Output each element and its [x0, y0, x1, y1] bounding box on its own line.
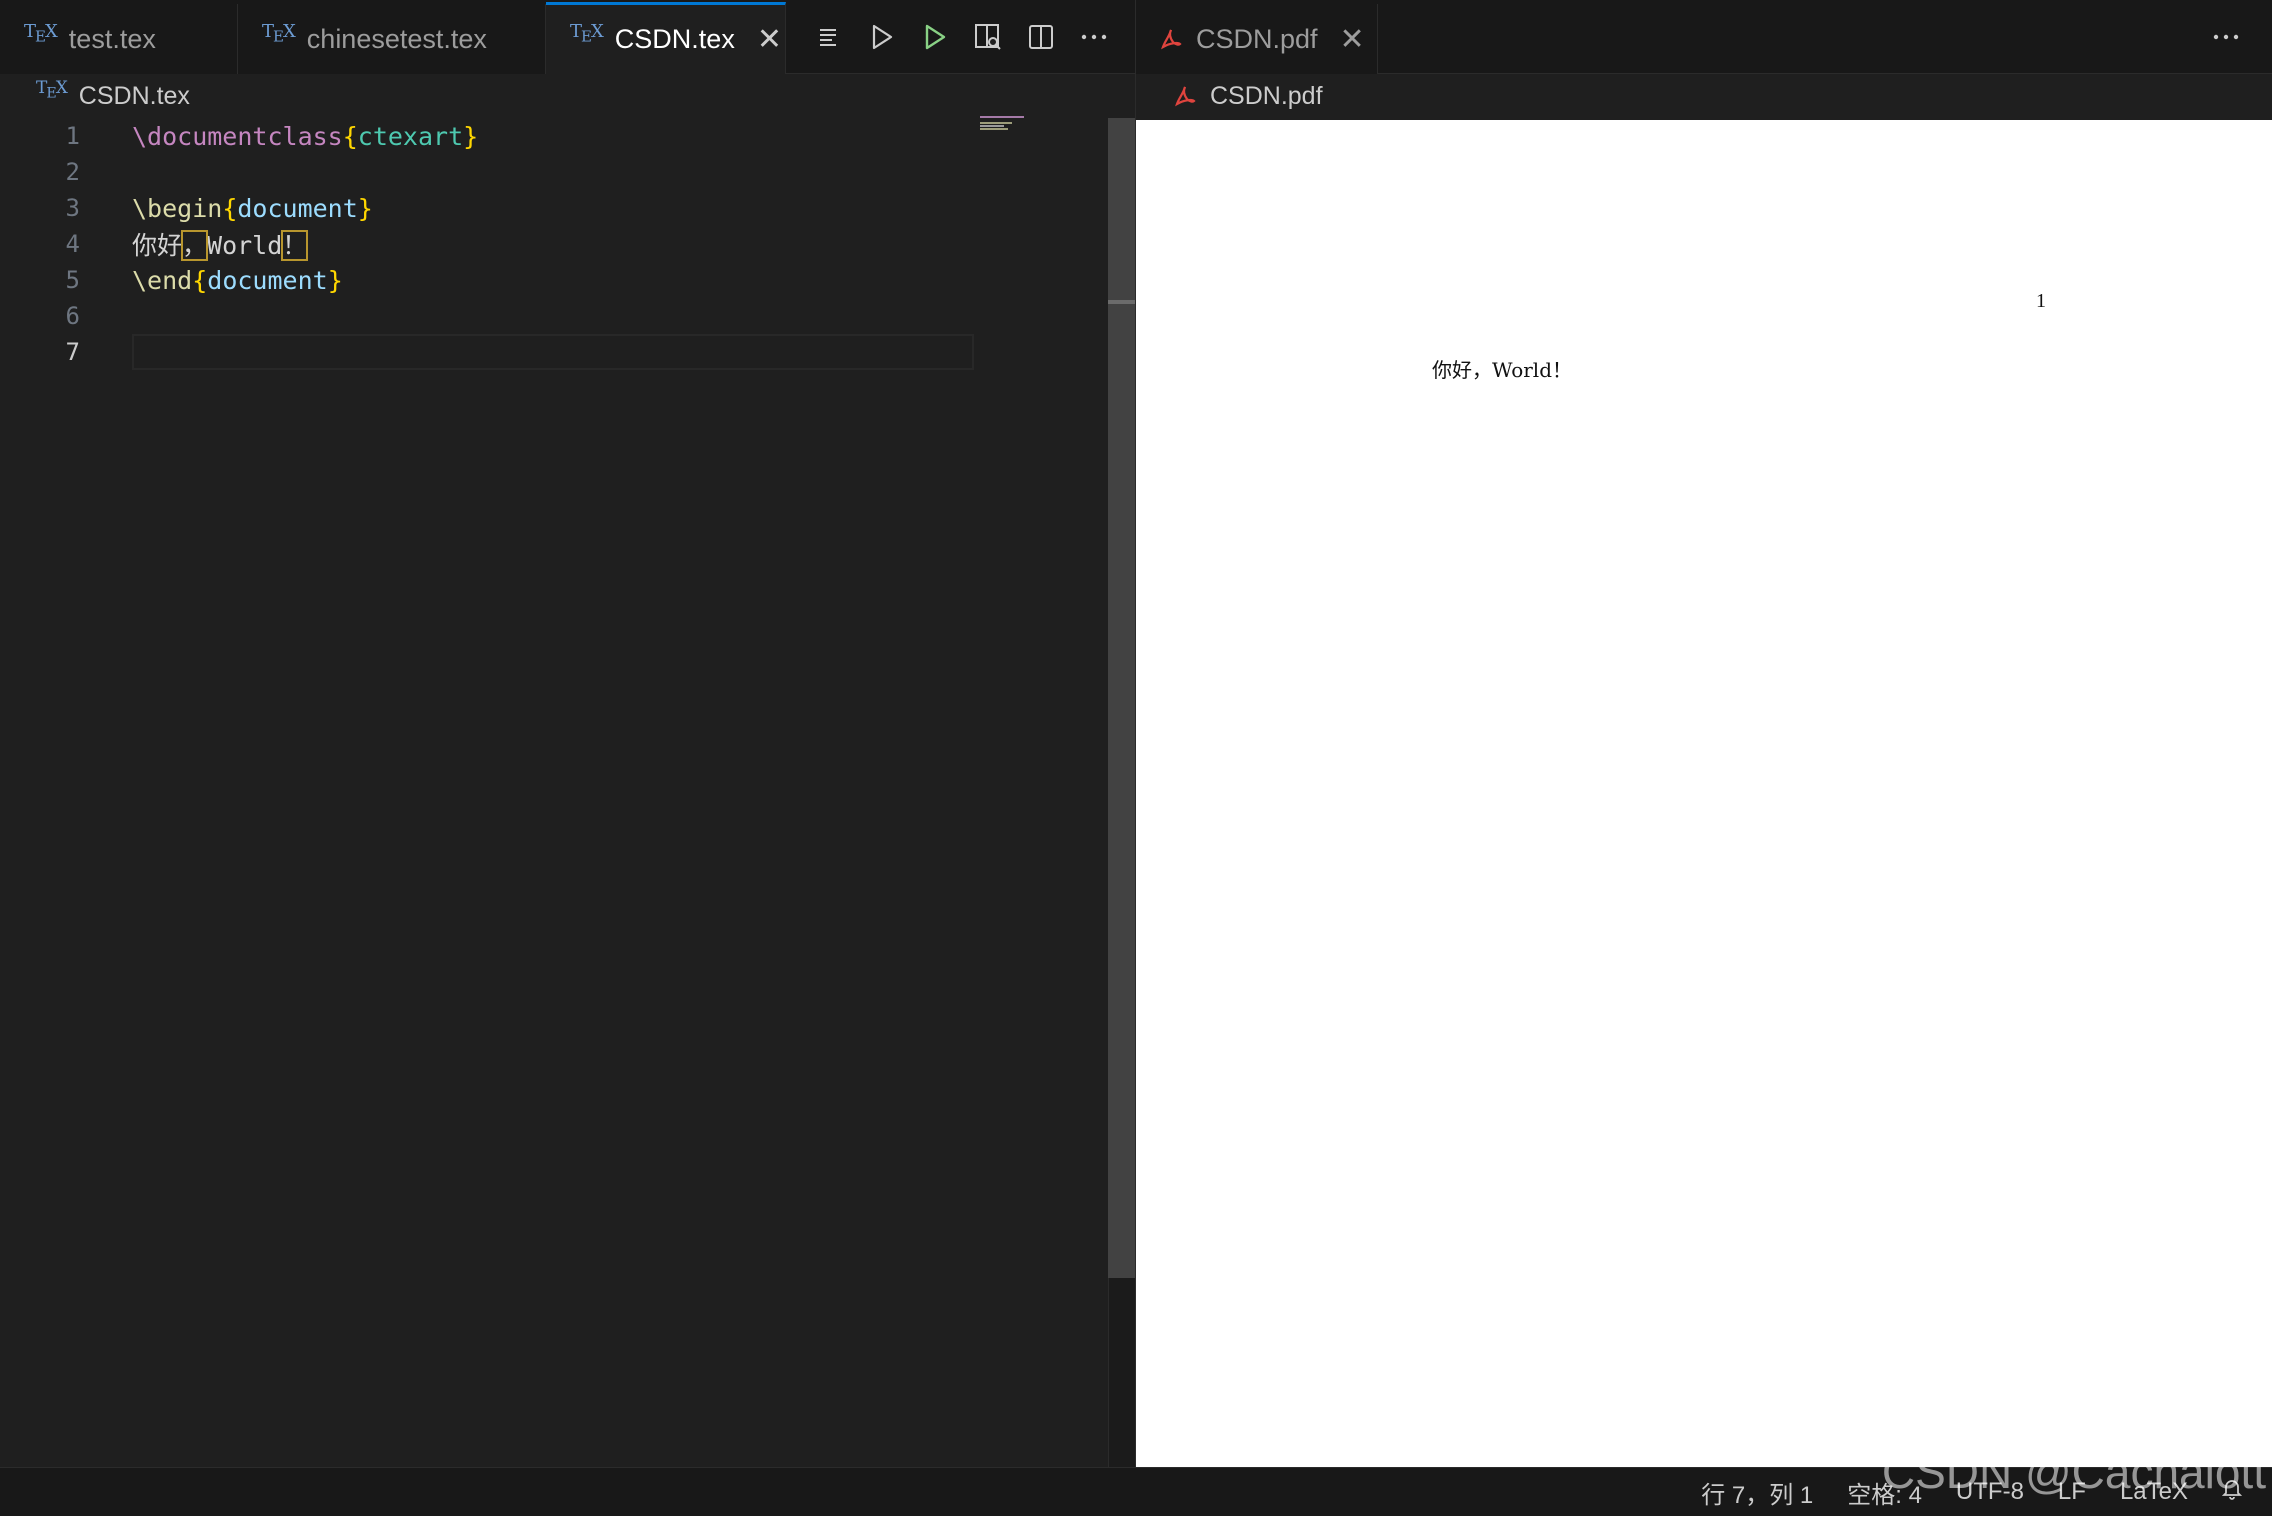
close-tab-icon[interactable]: ✕: [1340, 22, 1365, 57]
tex-file-icon: TEX: [262, 20, 296, 46]
editor-actions: [802, 0, 1120, 74]
unicode-highlight: ，: [181, 230, 209, 261]
pdf-page-number: 1: [2036, 290, 2046, 312]
breadcrumb-file: CSDN.tex: [78, 81, 190, 110]
code-line: 7: [0, 334, 1110, 370]
line-number: 7: [65, 338, 80, 366]
tex-file-icon: TEX: [24, 20, 58, 46]
more-actions-icon[interactable]: [1067, 11, 1120, 64]
more-actions-icon[interactable]: [2199, 10, 2252, 63]
code-line: 5 \end{document}: [0, 262, 1110, 298]
line-number: 5: [65, 266, 80, 294]
right-tab-bar: CSDN.pdf ✕: [1136, 0, 2272, 74]
unicode-highlight: ！: [281, 230, 309, 261]
cursor-position[interactable]: 行 7，列 1: [1701, 1475, 1813, 1510]
line-number: 3: [65, 194, 80, 222]
line-number: 4: [65, 230, 80, 258]
minimap[interactable]: [980, 116, 1030, 136]
line-number: 6: [65, 302, 80, 330]
run-debug-icon[interactable]: [908, 11, 961, 64]
tab-label: CSDN.pdf: [1196, 23, 1318, 54]
code-line: 1 \documentclass{ctexart}: [0, 118, 1110, 154]
scrollbar-cursor-marker: [1108, 300, 1135, 304]
code-line: 4 你好，World！: [0, 226, 1110, 262]
right-editor-group: CSDN.pdf ✕ CSDN.pdf 1 你好，World！: [1135, 0, 2272, 1467]
tex-file-icon: TEX: [570, 21, 604, 46]
close-tab-icon[interactable]: ✕: [757, 22, 782, 57]
left-editor-group: TEX test.tex TEX chinesetest.tex TEX CSD…: [0, 0, 1135, 1467]
breadcrumb[interactable]: CSDN.pdf: [1136, 74, 1323, 118]
tab-csdn-tex[interactable]: TEX CSDN.tex ✕: [546, 2, 786, 74]
line-content[interactable]: 你好，World！: [132, 226, 309, 262]
scrollbar-thumb[interactable]: [1108, 118, 1135, 1278]
tab-chinesetest-tex[interactable]: TEX chinesetest.tex: [238, 4, 546, 74]
tab-label: CSDN.tex: [614, 24, 735, 54]
tab-label: chinesetest.tex: [306, 23, 487, 54]
breadcrumb-file: CSDN.pdf: [1210, 81, 1323, 110]
pdf-file-icon: [1174, 85, 1196, 107]
outline-icon[interactable]: [802, 11, 855, 64]
line-content[interactable]: \end{document}: [132, 266, 343, 295]
tab-label: test.tex: [68, 23, 156, 54]
code-line: 3 \begin{document}: [0, 190, 1110, 226]
pdf-viewer[interactable]: 1 你好，World！: [1136, 120, 2272, 1467]
tex-file-icon: TEX: [36, 78, 68, 102]
run-icon[interactable]: [855, 11, 908, 64]
tab-csdn-pdf[interactable]: CSDN.pdf ✕: [1136, 4, 1378, 74]
preview-icon[interactable]: [961, 11, 1014, 64]
split-editor-icon[interactable]: [1014, 11, 1067, 64]
pdf-body-text: 你好，World！: [1432, 358, 1572, 382]
line-content[interactable]: \begin{document}: [132, 194, 373, 223]
code-line: 2: [0, 154, 1110, 190]
pdf-file-icon: [1160, 28, 1182, 50]
left-tab-bar: TEX test.tex TEX chinesetest.tex TEX CSD…: [0, 0, 1135, 74]
line-number: 2: [65, 158, 80, 186]
watermark: CSDN @Cachalott: [1881, 1446, 2266, 1498]
tab-test-tex[interactable]: TEX test.tex: [0, 4, 238, 74]
code-line: 6: [0, 298, 1110, 334]
breadcrumb[interactable]: TEX CSDN.tex: [0, 74, 190, 118]
line-number: 1: [65, 122, 80, 150]
line-content[interactable]: \documentclass{ctexart}: [132, 122, 478, 151]
